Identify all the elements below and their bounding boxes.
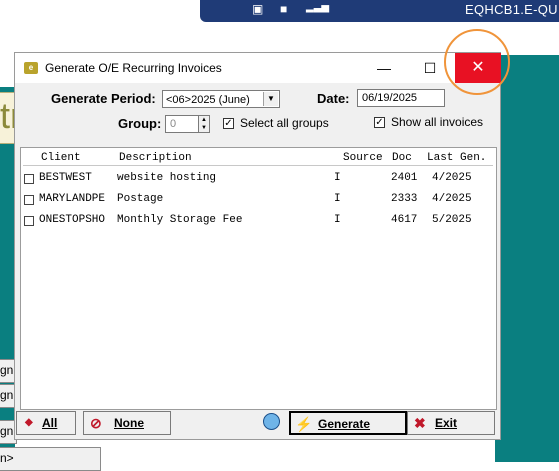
column-header-source[interactable]: Source <box>343 152 383 164</box>
table-row[interactable]: MARYLANDPE Postage I 2333 4/2025 <box>21 191 496 211</box>
signal-icon: ▂▃▅ <box>306 2 330 13</box>
date-label: Date: <box>317 91 350 106</box>
header-divider <box>23 165 493 166</box>
row-checkbox[interactable] <box>24 216 34 226</box>
table-row[interactable]: ONESTOPSHO Monthly Storage Fee I 4617 5/… <box>21 212 496 232</box>
close-icon: ✖ <box>414 415 426 431</box>
chevron-down-icon[interactable]: ▼ <box>263 92 278 106</box>
exit-button[interactable]: ✖ Exit <box>407 411 495 435</box>
date-input[interactable]: 06/19/2025 <box>357 89 445 107</box>
cell-last-gen: 4/2025 <box>432 193 472 205</box>
diamond-icon: ◆ <box>25 417 33 428</box>
button-bar: ◆ All ⊘ None ⚡ Generate ✖ Exit <box>15 409 500 439</box>
dialog-title: Generate O/E Recurring Invoices <box>45 61 222 75</box>
show-all-invoices-label: Show all invoices <box>391 115 484 129</box>
cell-last-gen: 5/2025 <box>432 214 472 226</box>
select-none-button[interactable]: ⊘ None <box>83 411 171 435</box>
pin-icon[interactable]: ▣ <box>252 2 263 16</box>
cell-source: I <box>334 214 341 226</box>
group-stepper[interactable]: ▲ ▼ <box>198 115 210 133</box>
group-input[interactable]: 0 <box>165 115 199 133</box>
no-entry-icon: ⊘ <box>90 415 102 431</box>
column-header-last-gen[interactable]: Last Gen. <box>427 152 486 164</box>
generate-button-label: Generate <box>318 417 371 431</box>
clock-button[interactable] <box>259 411 287 435</box>
generate-period-select[interactable]: <06>2025 (June) ▼ <box>162 90 280 108</box>
cell-source: I <box>334 172 341 184</box>
cell-source: I <box>334 193 341 205</box>
column-header-description[interactable]: Description <box>119 152 192 164</box>
cell-description: Monthly Storage Fee <box>117 214 243 226</box>
cell-description: website hosting <box>117 172 217 184</box>
cell-client: ONESTOPSHO <box>39 214 106 226</box>
cell-client: BESTWEST <box>39 172 92 184</box>
cell-doc: 2401 <box>391 172 418 184</box>
select-all-button[interactable]: ◆ All <box>16 411 76 435</box>
dialog-titlebar[interactable]: e Generate O/E Recurring Invoices — ☐ ✕ <box>15 53 501 83</box>
generate-button[interactable]: ⚡ Generate <box>289 411 407 435</box>
recurring-invoices-dialog: e Generate O/E Recurring Invoices — ☐ ✕ … <box>14 52 501 440</box>
select-all-button-label: All <box>42 416 58 430</box>
close-highlight-annotation <box>444 29 510 95</box>
background-panel <box>495 55 559 462</box>
show-all-invoices-checkbox[interactable]: ✓ <box>374 117 385 128</box>
minimize-button[interactable]: — <box>361 53 407 83</box>
cell-doc: 2333 <box>391 193 418 205</box>
lightning-icon: ⚡ <box>295 416 313 432</box>
column-header-client[interactable]: Client <box>41 152 81 164</box>
clock-icon <box>263 413 280 430</box>
taskbar: ▣ ■ ▂▃▅ EQHCB1.E-QU <box>200 0 559 22</box>
lock-icon[interactable]: ■ <box>280 2 287 16</box>
generate-period-value: <06>2025 (June) <box>166 94 250 106</box>
cell-doc: 4617 <box>391 214 418 226</box>
cell-description: Postage <box>117 193 164 205</box>
group-label: Group: <box>118 116 162 131</box>
generate-period-label: Generate Period: <box>51 91 156 106</box>
app-icon: e <box>24 62 38 74</box>
column-header-doc[interactable]: Doc <box>392 152 412 164</box>
invoice-list[interactable]: Client Description Source Doc Last Gen. … <box>20 147 497 410</box>
exit-button-label: Exit <box>435 416 458 430</box>
cell-last-gen: 4/2025 <box>432 172 472 184</box>
select-all-groups-label: Select all groups <box>240 116 329 130</box>
taskbar-title: EQHCB1.E-QU <box>465 2 558 17</box>
row-checkbox[interactable] <box>24 174 34 184</box>
select-none-button-label: None <box>114 416 144 430</box>
select-all-groups-checkbox[interactable]: ✓ <box>223 118 234 129</box>
row-checkbox[interactable] <box>24 195 34 205</box>
cell-client: MARYLANDPE <box>39 193 106 205</box>
table-row[interactable]: BESTWEST website hosting I 2401 4/2025 <box>21 170 496 190</box>
background-stub-4[interactable]: n> <box>0 447 101 471</box>
